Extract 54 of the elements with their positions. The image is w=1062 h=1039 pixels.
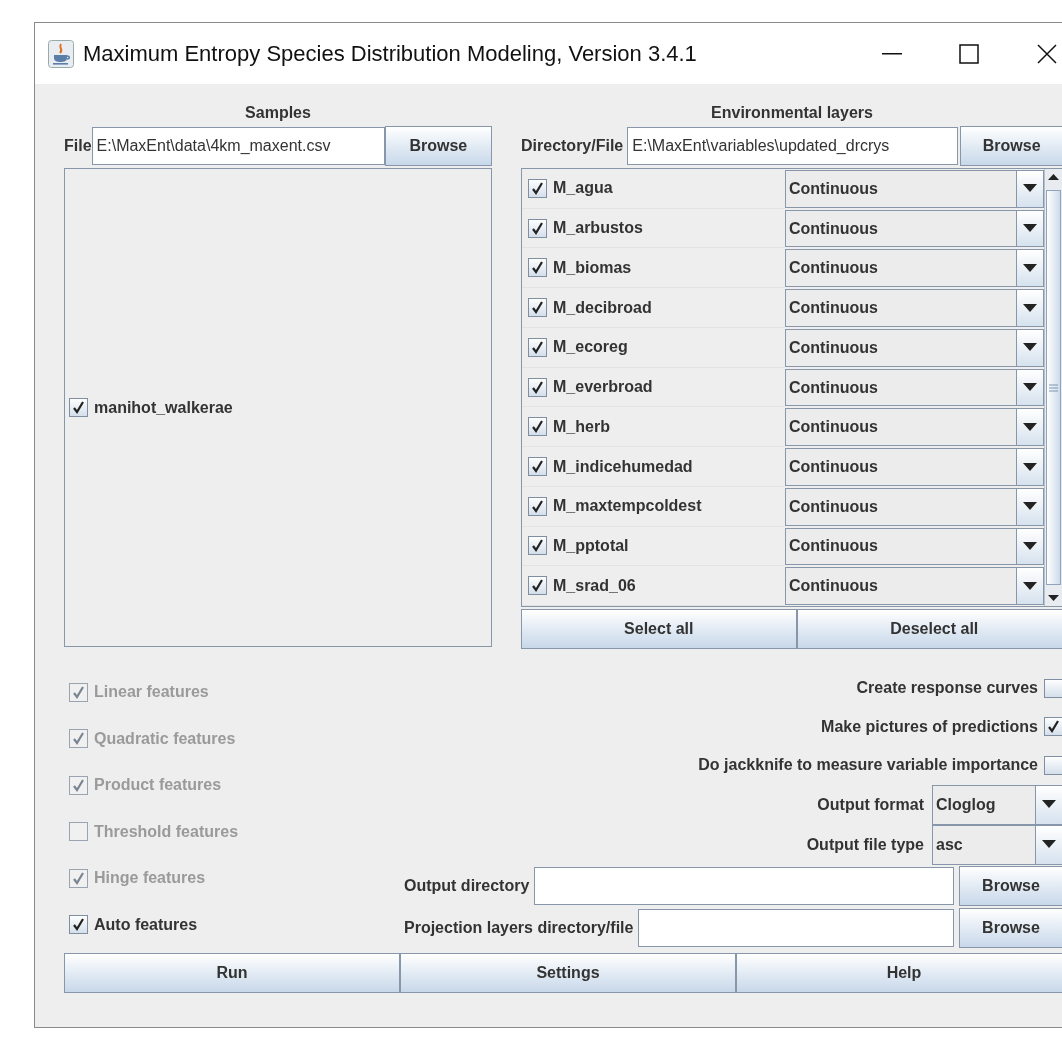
browse-button[interactable]: Browse <box>960 126 1062 166</box>
dropdown[interactable]: Continuous <box>785 527 1044 566</box>
layer-name: M_indicehumedad <box>553 457 693 476</box>
layer-name: M_arbustos <box>553 219 643 238</box>
layer-name: M_ecoreg <box>553 338 628 357</box>
dropdown[interactable]: asc <box>932 824 1062 865</box>
browse-button[interactable]: Browse <box>384 126 492 166</box>
deselect-all-button[interactable]: Deselect all <box>796 609 1062 649</box>
browse-button[interactable]: Browse <box>959 907 1062 948</box>
feature-label: Linear features <box>94 683 209 702</box>
field-label: Output format <box>817 795 924 814</box>
field-label: Directory/File <box>521 137 624 155</box>
dropdown[interactable]: Cloglog <box>932 784 1062 825</box>
field-label: Output file type <box>806 835 924 854</box>
layer-name: M_herb <box>553 417 610 436</box>
layer-name: M_maxtempcoldest <box>553 497 702 516</box>
action-button[interactable]: Settings <box>400 952 736 993</box>
option-label: Make pictures of predictions <box>821 717 1038 736</box>
file-path-field[interactable]: E:\MaxEnt\data\4km_maxent.csv <box>91 127 385 165</box>
dropdown[interactable]: Continuous <box>785 249 1044 288</box>
select-all-button[interactable]: Select all <box>521 609 797 649</box>
dropdown[interactable]: Continuous <box>785 170 1044 208</box>
directory-path-field[interactable]: E:\MaxEnt\variables\updated_drcrys <box>627 127 959 165</box>
section-heading: Samples <box>244 103 312 123</box>
dropdown[interactable]: Continuous <box>785 448 1044 486</box>
species-name: manihot_walkerae <box>94 398 233 417</box>
dropdown[interactable]: Continuous <box>785 408 1044 447</box>
field-label: Projection layers directory/file <box>404 918 634 937</box>
action-button[interactable]: Run <box>64 952 400 993</box>
layer-name: M_everbroad <box>553 378 653 397</box>
feature-label: Auto features <box>94 915 198 934</box>
feature-label: Threshold features <box>94 822 239 841</box>
layer-name: M_biomas <box>553 258 632 277</box>
section-heading: Environmental layers <box>710 103 874 123</box>
layer-name: M_pptotal <box>553 536 629 555</box>
feature-label: Hinge features <box>94 869 206 888</box>
window-title: Maximum Entropy Species Distribution Modeling, Version 3.4.1 <box>83 40 697 67</box>
dropdown[interactable]: Continuous <box>785 368 1044 407</box>
action-button[interactable]: Help <box>736 952 1062 993</box>
dropdown[interactable]: Continuous <box>785 289 1044 327</box>
option-label: Do jackknife to measure variable importance <box>698 756 1038 775</box>
dropdown[interactable]: Continuous <box>785 487 1044 526</box>
field-label: File <box>64 137 92 155</box>
layer-name: M_decibroad <box>553 298 652 317</box>
browse-button[interactable]: Browse <box>959 865 1062 906</box>
field-label: Output directory <box>404 876 530 895</box>
feature-label: Product features <box>94 776 222 795</box>
option-label: Create response curves <box>856 679 1038 698</box>
feature-label: Quadratic features <box>94 729 236 748</box>
layer-name: M_agua <box>553 179 613 198</box>
layer-name: M_srad_06 <box>553 576 636 595</box>
dropdown[interactable]: Continuous <box>785 328 1044 367</box>
dropdown[interactable]: Continuous <box>785 209 1044 248</box>
dropdown[interactable]: Continuous <box>785 567 1044 606</box>
